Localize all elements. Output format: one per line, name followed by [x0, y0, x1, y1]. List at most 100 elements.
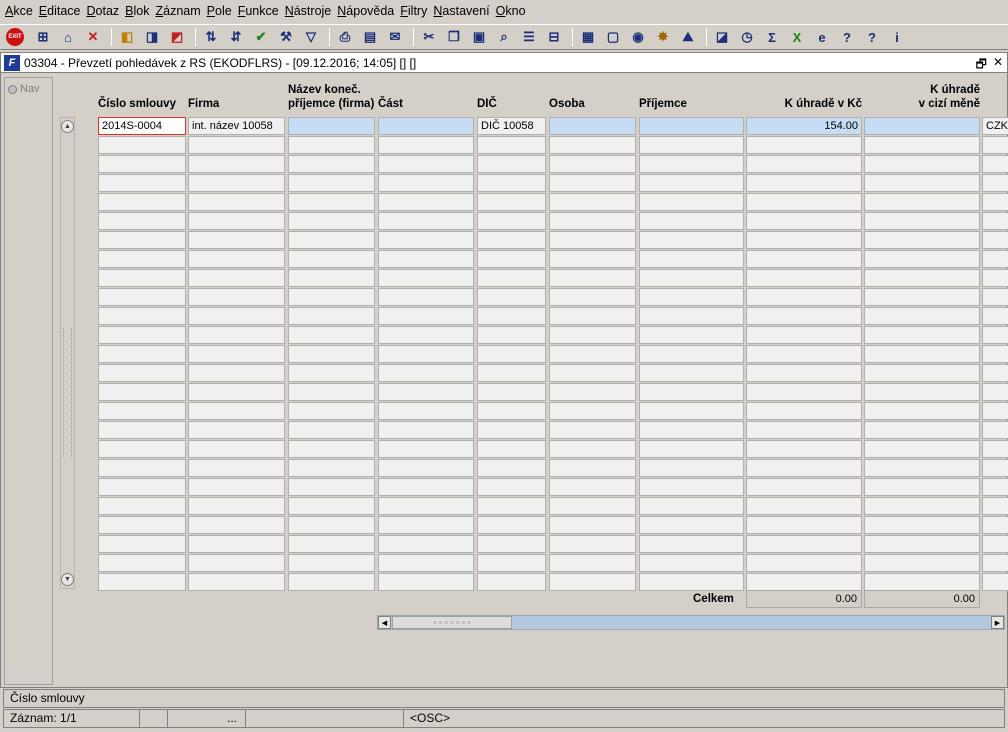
cell-kc[interactable]	[746, 250, 862, 268]
cell-ciz[interactable]	[864, 174, 980, 192]
cell-dic[interactable]	[477, 459, 546, 477]
cell-cislo[interactable]	[98, 250, 186, 268]
close-icon[interactable]: ✕	[993, 55, 1003, 76]
cell-cislo[interactable]	[98, 231, 186, 249]
cell-prijemce[interactable]	[639, 478, 744, 496]
cell-cislo[interactable]	[98, 364, 186, 382]
cell-firma[interactable]	[188, 516, 285, 534]
cell-cislo[interactable]	[98, 307, 186, 325]
mountain-icon[interactable]: ⛰	[677, 26, 699, 48]
tree-icon[interactable]: ⊟	[543, 26, 565, 48]
cell-kc[interactable]	[746, 231, 862, 249]
mail-icon[interactable]: ✉	[384, 26, 406, 48]
cell-cast[interactable]	[378, 136, 474, 154]
cell-firma[interactable]	[188, 459, 285, 477]
cell-cast[interactable]	[378, 250, 474, 268]
cell-ciz[interactable]	[864, 212, 980, 230]
cell-mena[interactable]	[982, 459, 1008, 477]
cell-ciz[interactable]	[864, 288, 980, 306]
cell-cast[interactable]	[378, 326, 474, 344]
cell-kc[interactable]	[746, 307, 862, 325]
cell-firma[interactable]	[188, 573, 285, 591]
cell-osoba[interactable]	[549, 136, 636, 154]
cell-kc[interactable]	[746, 478, 862, 496]
cell-nazev[interactable]	[288, 117, 375, 135]
cell-nazev[interactable]	[288, 345, 375, 363]
cell-kc[interactable]	[746, 345, 862, 363]
cell-nazev[interactable]	[288, 402, 375, 420]
cell-osoba[interactable]	[549, 269, 636, 287]
ie-icon[interactable]: e	[811, 26, 833, 48]
cell-osoba[interactable]	[549, 345, 636, 363]
cell-ciz[interactable]	[864, 535, 980, 553]
menu-filtry[interactable]: Filtry	[397, 4, 430, 18]
scroll-up-icon[interactable]: ▲	[61, 120, 74, 133]
cell-osoba[interactable]	[549, 288, 636, 306]
cell-mena[interactable]	[982, 364, 1008, 382]
cell-ciz[interactable]	[864, 136, 980, 154]
cell-prijemce[interactable]	[639, 345, 744, 363]
cell-nazev[interactable]	[288, 478, 375, 496]
cell-dic[interactable]	[477, 554, 546, 572]
cell-cislo[interactable]	[98, 326, 186, 344]
cell-nazev[interactable]	[288, 383, 375, 401]
cell-mena[interactable]	[982, 345, 1008, 363]
excel-icon[interactable]: X	[786, 26, 808, 48]
nav-option[interactable]: Nav	[8, 83, 40, 95]
cell-osoba[interactable]	[549, 174, 636, 192]
cell-cast[interactable]	[378, 573, 474, 591]
cell-mena[interactable]	[982, 440, 1008, 458]
cell-kc[interactable]	[746, 402, 862, 420]
cell-kc[interactable]	[746, 440, 862, 458]
cell-cast[interactable]	[378, 212, 474, 230]
cell-nazev[interactable]	[288, 250, 375, 268]
menu-funkce[interactable]: Funkce	[235, 4, 282, 18]
cell-cislo[interactable]	[98, 497, 186, 515]
cell-nazev[interactable]	[288, 288, 375, 306]
cell-dic[interactable]	[477, 250, 546, 268]
cell-firma[interactable]	[188, 364, 285, 382]
cell-firma[interactable]: int. název 10058	[188, 117, 285, 135]
cell-dic[interactable]	[477, 136, 546, 154]
cell-nazev[interactable]	[288, 212, 375, 230]
cell-osoba[interactable]	[549, 497, 636, 515]
cell-prijemce[interactable]	[639, 440, 744, 458]
cell-nazev[interactable]	[288, 364, 375, 382]
cell-cislo[interactable]: 2014S-0004	[98, 117, 186, 135]
cell-cast[interactable]	[378, 364, 474, 382]
cell-mena[interactable]	[982, 383, 1008, 401]
cell-firma[interactable]	[188, 307, 285, 325]
cell-mena[interactable]	[982, 497, 1008, 515]
cell-firma[interactable]	[188, 193, 285, 211]
cell-osoba[interactable]	[549, 440, 636, 458]
exit-icon[interactable]: EXIT	[6, 28, 24, 46]
cell-cast[interactable]	[378, 307, 474, 325]
cell-kc[interactable]	[746, 326, 862, 344]
cell-mena[interactable]: CZK	[982, 117, 1008, 135]
cell-prijemce[interactable]	[639, 459, 744, 477]
cell-kc[interactable]	[746, 516, 862, 534]
cell-ciz[interactable]	[864, 554, 980, 572]
cell-firma[interactable]	[188, 402, 285, 420]
cell-nazev[interactable]	[288, 573, 375, 591]
menu-okno[interactable]: Okno	[493, 4, 529, 18]
cell-prijemce[interactable]	[639, 250, 744, 268]
cell-osoba[interactable]	[549, 421, 636, 439]
cell-dic[interactable]	[477, 383, 546, 401]
cell-cislo[interactable]	[98, 516, 186, 534]
print-preview-icon[interactable]: ▤	[359, 26, 381, 48]
cell-osoba[interactable]	[549, 459, 636, 477]
menu-pole[interactable]: Pole	[204, 4, 235, 18]
cell-cislo[interactable]	[98, 155, 186, 173]
cell-kc[interactable]	[746, 155, 862, 173]
cell-prijemce[interactable]	[639, 364, 744, 382]
cell-cast[interactable]	[378, 421, 474, 439]
query-icon[interactable]: ◧	[116, 26, 138, 48]
save-icon[interactable]: ⌂	[57, 26, 79, 48]
cell-dic[interactable]	[477, 193, 546, 211]
cell-firma[interactable]	[188, 174, 285, 192]
cell-mena[interactable]	[982, 421, 1008, 439]
cell-cislo[interactable]	[98, 345, 186, 363]
cut-icon[interactable]: ✂	[418, 26, 440, 48]
cell-cislo[interactable]	[98, 573, 186, 591]
